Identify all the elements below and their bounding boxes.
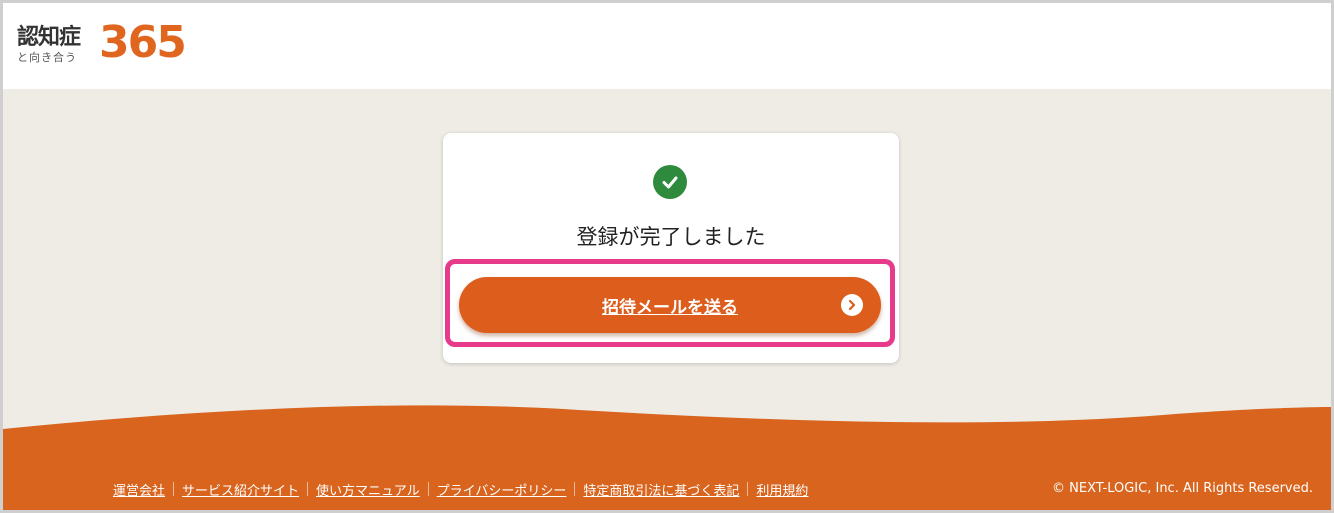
copyright: © NEXT-LOGIC, Inc. All Rights Reserved. — [1052, 481, 1313, 496]
footer-separator — [307, 482, 309, 496]
footer-separator — [173, 482, 175, 496]
footer-separator — [747, 482, 749, 496]
footer-link-privacy[interactable]: プライバシーポリシー — [437, 480, 567, 499]
footer-link-service-site[interactable]: サービス紹介サイト — [182, 480, 299, 499]
check-circle-icon — [653, 165, 687, 199]
footer-links: 運営会社 サービス紹介サイト 使い方マニュアル プライバシーポリシー 特定商取引… — [113, 479, 808, 499]
footer-link-company[interactable]: 運営会社 — [113, 480, 165, 499]
logo-sub-text: と向き合う — [17, 51, 77, 64]
footer-link-manual[interactable]: 使い方マニュアル — [316, 480, 420, 499]
logo-main-text: 認知症 — [17, 25, 81, 50]
send-invite-button[interactable]: 招待メールを送る — [459, 277, 881, 333]
main-area: 登録が完了しました 招待メールを送る 運営会社 サービス紹介サイト 使い方マニュ… — [3, 89, 1331, 510]
footer-separator — [574, 482, 576, 496]
page-frame: 認知症 と向き合う 365 登録が完了しました 招待メールを送る 運営会社 サー… — [0, 0, 1334, 513]
send-invite-label: 招待メールを送る — [602, 297, 738, 318]
header: 認知症 と向き合う 365 — [3, 3, 1331, 89]
footer-link-terms[interactable]: 利用規約 — [756, 480, 808, 499]
footer-link-commerce-law[interactable]: 特定商取引法に基づく表記 — [583, 480, 739, 499]
footer-separator — [427, 482, 429, 496]
completion-card: 登録が完了しました 招待メールを送る — [443, 133, 899, 363]
chevron-right-icon — [841, 294, 863, 316]
logo-number: 365 — [99, 17, 187, 68]
completion-title: 登録が完了しました — [576, 225, 766, 249]
